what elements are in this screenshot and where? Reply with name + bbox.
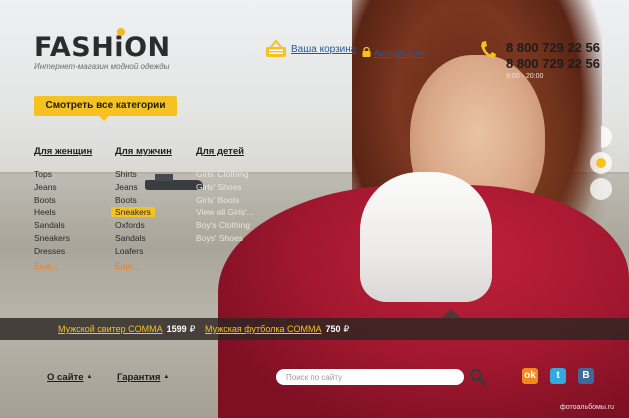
women-item[interactable]: Sandals [34,219,114,232]
men-item-label[interactable]: Boots [115,195,137,205]
warranty-link-label[interactable]: Гарантия [117,372,160,383]
kids-item[interactable]: Girls' Clothing [196,168,276,181]
women-column: Для женщин Tops Jeans Boots Heels Sandals Sne… [34,146,114,273]
kids-item-label[interactable]: View all Girls'... [196,207,254,217]
men-column: Для мужчин Shirts Jeans Boots Sneakers Oxfor… [111,146,195,273]
auth[interactable]: Авторизация [362,44,425,62]
search-input[interactable] [276,369,464,385]
kids-column-title[interactable]: Для детей [196,146,276,158]
women-item-label[interactable]: Tops [34,169,52,179]
promo-item-1-currency: ₽ [189,324,196,334]
kids-list: Girls' Clothing Girls' Shoes Girls' Boots V… [196,168,276,245]
men-item-label[interactable]: Shirts [115,169,137,179]
women-item-label[interactable]: Jeans [34,182,57,192]
promo-item-1-price: 1599 [166,324,187,334]
women-item[interactable]: Boots [34,194,114,207]
women-item[interactable]: Heels [34,206,114,219]
promo-item-1[interactable]: Мужской свитер COMMA 1599 ₽ [58,324,195,335]
women-item-label[interactable]: Sneakers [34,233,70,243]
triangle-up-icon: ▲ [86,374,93,380]
kids-item[interactable]: Girls' Shoes [196,181,276,194]
men-item[interactable]: Sandals [115,232,195,245]
men-list: Shirts Jeans Boots Sneakers Oxfords Sandals Lo… [111,168,195,258]
kids-item-label[interactable]: Boys' Shoes [196,233,243,243]
men-item[interactable]: Oxfords [115,219,195,232]
men-item-label[interactable]: Loafers [115,246,143,256]
kids-item[interactable]: Girls' Boots [196,194,276,207]
cart[interactable]: Ваша корзина [265,40,356,58]
kids-item-label[interactable]: Girls' Clothing [196,169,249,179]
promo-item-1-name[interactable]: Мужской свитер COMMA [58,324,163,334]
men-item-label[interactable]: Oxfords [115,220,145,230]
kids-item-label[interactable]: Girls' Boots [196,195,239,205]
men-item-label[interactable]: Sneakers [111,207,155,218]
women-item-label[interactable]: Heels [34,207,56,217]
odnoklassniki-icon[interactable]: ok [522,368,538,384]
women-item[interactable]: Tops [34,168,114,181]
slider-dot-1[interactable] [601,126,612,148]
men-item-label[interactable]: Jeans [115,182,138,192]
men-column-title[interactable]: Для мужчин [115,146,195,158]
men-item[interactable]: Sneakers [111,206,195,219]
women-item-label[interactable]: Dresses [34,246,65,256]
watermark: фотоальбомы.ru [560,404,615,411]
triangle-up-icon: ▲ [163,374,170,380]
model-white-collar [360,172,492,302]
women-item-label[interactable]: Sandals [34,220,65,230]
phone-2: 8 800 729 22 56 [506,56,600,71]
kids-item-label[interactable]: Boy's Clothing [196,220,250,230]
about-link[interactable]: О сайте ▲ [47,372,92,383]
all-categories-button[interactable]: Смотреть все категории [34,96,177,121]
phone-1: 8 800 729 22 56 [506,40,600,55]
about-link-label[interactable]: О сайте [47,372,84,383]
auth-link[interactable]: Авторизация [374,48,425,58]
promo-item-2-name[interactable]: Мужская футболка COMMA [205,324,322,334]
promo-item-2-price: 750 [325,324,341,334]
women-item[interactable]: Dresses [34,245,114,258]
women-list: Tops Jeans Boots Heels Sandals Sneakers Dresse… [34,168,114,258]
promo-item-2-currency: ₽ [343,324,350,334]
women-item-label[interactable]: Boots [34,195,56,205]
women-more-link[interactable]: Еще... [34,261,114,273]
women-item[interactable]: Jeans [34,181,114,194]
slider-dots [590,126,612,204]
site-tagline: Интернет-магазин модной одежды [34,62,170,71]
women-column-title[interactable]: Для женщин [34,146,114,158]
promo-pointer [441,309,461,318]
search-icon[interactable] [469,368,487,391]
warranty-link[interactable]: Гарантия ▲ [117,372,169,383]
men-item-label[interactable]: Sandals [115,233,146,243]
women-item[interactable]: Sneakers [34,232,114,245]
slider-dot-3[interactable] [590,178,612,200]
phone-icon [479,40,497,65]
men-item[interactable]: Boots [115,194,195,207]
lock-icon [362,44,371,62]
site-logo[interactable]: FASHiON [34,32,171,63]
kids-item[interactable]: View all Girls'... [196,206,276,219]
men-item[interactable]: Shirts [115,168,195,181]
slider-dot-2[interactable] [590,152,612,174]
men-more-link[interactable]: Еще... [115,261,195,273]
promo-item-2[interactable]: Мужская футболка COMMA 750 ₽ [205,324,349,335]
kids-item[interactable]: Boy's Clothing [196,219,276,232]
men-item[interactable]: Jeans [115,181,195,194]
working-hours: 9:00 - 20:00 [506,73,544,80]
kids-item-label[interactable]: Girls' Shoes [196,182,242,192]
men-item[interactable]: Loafers [115,245,195,258]
kids-column: Для детей Girls' Clothing Girls' Shoes Gir… [196,146,276,245]
kids-item[interactable]: Boys' Shoes [196,232,276,245]
basket-icon[interactable] [265,40,287,58]
cart-link[interactable]: Ваша корзина [291,44,356,55]
twitter-icon[interactable]: t [550,368,566,384]
phone-numbers: 8 800 729 22 56 8 800 729 22 56 [506,40,600,72]
vk-icon[interactable]: B [578,368,594,384]
